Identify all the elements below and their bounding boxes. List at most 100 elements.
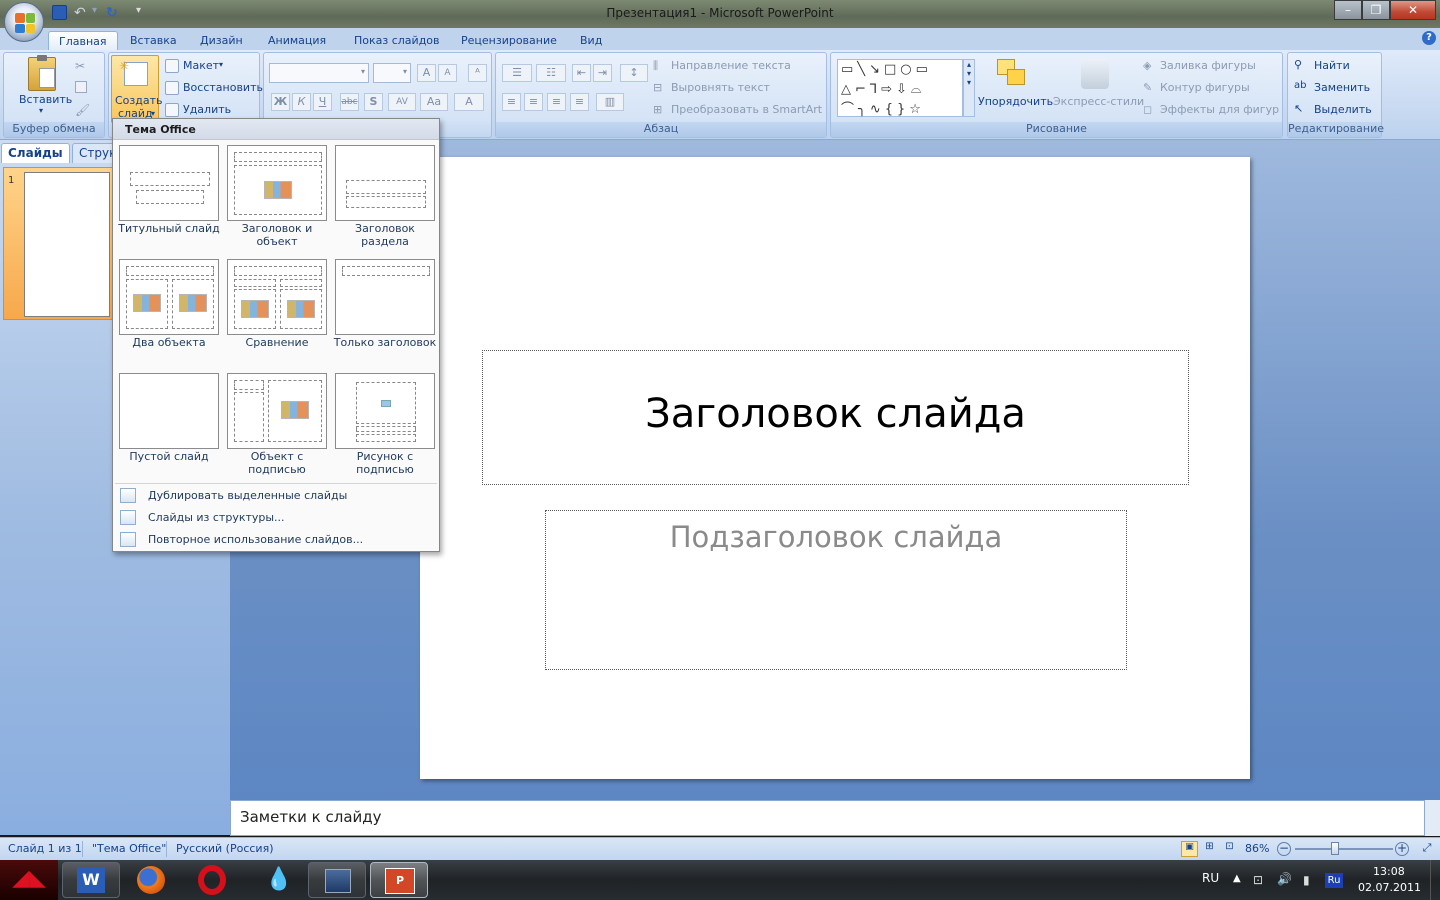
volume-icon[interactable]: 🔊 — [1277, 872, 1292, 886]
copy-icon[interactable] — [75, 81, 87, 93]
taskbar-explorer[interactable] — [308, 862, 366, 898]
delete-slide-button[interactable]: Удалить — [183, 103, 231, 116]
language-indicator[interactable]: RU — [1202, 871, 1219, 885]
paste-button[interactable]: Вставить — [19, 93, 72, 106]
tab-slides[interactable]: Слайды — [1, 143, 70, 163]
normal-view-icon[interactable]: ▣ — [1181, 841, 1198, 857]
layout-title-slide[interactable] — [119, 145, 219, 221]
select-button[interactable]: Выделить — [1314, 103, 1372, 116]
find-button[interactable]: Найти — [1314, 59, 1350, 72]
tab-insert[interactable]: Вставка — [120, 31, 187, 50]
zoom-level[interactable]: 86% — [1245, 842, 1269, 855]
layout-picture-with-caption[interactable] — [335, 373, 435, 449]
font-name-combo[interactable]: ▾ — [269, 63, 369, 83]
show-desktop-button[interactable] — [1430, 860, 1440, 900]
decrease-indent-icon[interactable]: ⇤ — [572, 64, 591, 82]
shape-fill-button[interactable]: Заливка фигуры — [1160, 59, 1256, 72]
reset-button[interactable]: Восстановить — [183, 81, 263, 94]
notes-pane[interactable]: Заметки к слайду — [230, 800, 1425, 836]
layout-content-with-caption[interactable] — [227, 373, 327, 449]
bold-icon[interactable]: Ж — [271, 93, 290, 111]
taskbar-droplet-app[interactable]: 💧 — [250, 862, 298, 898]
layout-two-content[interactable] — [119, 259, 219, 335]
power-icon[interactable]: ⊡ — [1253, 873, 1263, 887]
taskbar-opera[interactable] — [188, 862, 236, 898]
tab-animation[interactable]: Анимация — [258, 31, 336, 50]
new-slide-button[interactable]: ✳ Создать слайд ▾ — [111, 55, 163, 123]
line-spacing-icon[interactable]: ↕ — [620, 64, 648, 82]
italic-icon[interactable]: К — [292, 93, 311, 111]
network-icon[interactable]: ▮ — [1303, 873, 1310, 887]
zoom-slider-thumb[interactable] — [1331, 842, 1339, 855]
taskbar-powerpoint[interactable]: P — [370, 862, 428, 898]
layout-blank[interactable] — [119, 373, 219, 449]
slide-canvas[interactable]: Заголовок слайда Подзаголовок слайда — [420, 157, 1250, 779]
layout-button[interactable]: Макет — [183, 59, 219, 72]
columns-icon[interactable]: ▥ — [596, 93, 624, 111]
title-placeholder[interactable]: Заголовок слайда — [482, 350, 1189, 485]
zoom-slider[interactable] — [1295, 842, 1393, 855]
clear-format-icon[interactable]: ᴬ — [468, 64, 487, 82]
paste-dropdown-icon[interactable]: ▾ — [39, 106, 43, 115]
shapes-gallery[interactable]: ▭╲↘□○▭ △⌐⅂⇨⇩⌓ ⌒╮∿{}☆ — [837, 59, 963, 117]
strikethrough-icon[interactable]: abc — [340, 93, 359, 111]
numbering-icon[interactable]: ☷ — [536, 64, 566, 82]
slideshow-view-icon[interactable]: ⊡ — [1221, 841, 1238, 857]
justify-icon[interactable]: ≡ — [570, 93, 589, 111]
align-left-icon[interactable]: ≡ — [502, 93, 521, 111]
zoom-in-icon[interactable]: + — [1395, 842, 1409, 856]
layout-title-only[interactable] — [335, 259, 435, 335]
layout-section-header[interactable] — [335, 145, 435, 221]
text-direction-button[interactable]: Направление текста — [671, 59, 791, 72]
reuse-slides-item[interactable]: Повторное использование слайдов... — [117, 529, 435, 551]
align-text-button[interactable]: Выровнять текст — [671, 81, 770, 94]
fit-to-window-icon[interactable]: ⤢ — [1419, 841, 1435, 857]
shape-outline-button[interactable]: Контур фигуры — [1160, 81, 1250, 94]
help-icon[interactable]: ? — [1422, 31, 1436, 45]
bullets-icon[interactable]: ☰ — [502, 64, 532, 82]
tab-review[interactable]: Рецензирование — [451, 31, 567, 50]
quick-styles-button[interactable]: Экспресс-стили — [1053, 95, 1144, 108]
grow-font-icon[interactable]: A — [417, 64, 436, 82]
format-painter-icon[interactable]: 🖌 — [75, 103, 90, 117]
taskbar-word[interactable]: W — [62, 862, 120, 898]
replace-button[interactable]: Заменить — [1314, 81, 1370, 94]
increase-indent-icon[interactable]: ⇥ — [593, 64, 612, 82]
tab-design[interactable]: Дизайн — [190, 31, 253, 50]
cut-icon[interactable]: ✂ — [75, 59, 85, 73]
shrink-font-icon[interactable]: A — [438, 64, 457, 82]
slide-sorter-icon[interactable]: ⊞ — [1201, 841, 1218, 857]
clock-time[interactable]: 13:08 — [1373, 865, 1405, 878]
char-spacing-icon[interactable]: AV — [388, 93, 416, 111]
align-right-icon[interactable]: ≡ — [547, 93, 566, 111]
office-button[interactable] — [4, 2, 44, 42]
layout-title-and-content[interactable] — [227, 145, 327, 221]
layout-comparison[interactable] — [227, 259, 327, 335]
start-button[interactable]: ◢◣ — [0, 860, 58, 900]
shapes-gallery-scroll[interactable]: ▴ ▾ ▾ — [963, 59, 975, 117]
subtitle-placeholder[interactable]: Подзаголовок слайда — [545, 510, 1127, 670]
smartart-button[interactable]: Преобразовать в SmartArt — [671, 103, 822, 116]
show-hidden-icons[interactable]: ▲ — [1233, 873, 1241, 884]
align-center-icon[interactable]: ≡ — [524, 93, 543, 111]
font-size-combo[interactable]: ▾ — [373, 63, 411, 83]
tab-view[interactable]: Вид — [570, 31, 612, 50]
notes-scrollbar[interactable] — [1425, 800, 1440, 836]
clock-date[interactable]: 02.07.2011 — [1358, 881, 1421, 894]
minimize-button[interactable]: – — [1334, 0, 1362, 20]
input-indicator[interactable]: Ru — [1325, 873, 1343, 888]
change-case-icon[interactable]: Aa — [420, 93, 448, 111]
tab-home[interactable]: Главная — [48, 31, 118, 50]
shape-effects-button[interactable]: Эффекты для фигур — [1160, 103, 1279, 116]
taskbar-firefox[interactable] — [128, 862, 176, 898]
paste-icon[interactable] — [28, 55, 56, 91]
font-color-icon[interactable]: A — [454, 93, 484, 111]
restore-button[interactable]: ❐ — [1362, 0, 1390, 20]
duplicate-slides-item[interactable]: Дублировать выделенные слайды — [117, 485, 435, 507]
zoom-out-icon[interactable]: − — [1277, 842, 1291, 856]
underline-icon[interactable]: Ч — [313, 93, 332, 111]
slides-from-outline-item[interactable]: Слайды из структуры... — [117, 507, 435, 529]
status-language[interactable]: Русский (Россия) — [176, 842, 274, 855]
close-button[interactable]: ✕ — [1390, 0, 1436, 20]
slide-thumbnail-selected[interactable]: 1 — [3, 167, 113, 320]
